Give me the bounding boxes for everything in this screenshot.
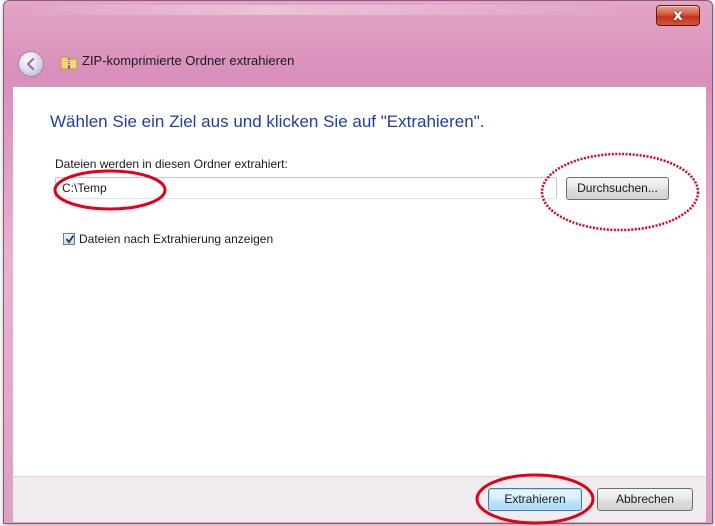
zip-folder-icon bbox=[60, 54, 78, 70]
cancel-button[interactable]: Abbrechen bbox=[597, 488, 693, 511]
destination-label: Dateien werden in diesen Ordner extrahie… bbox=[55, 157, 288, 171]
destination-path-input[interactable] bbox=[55, 177, 557, 199]
show-files-option[interactable]: Dateien nach Extrahierung anzeigen bbox=[63, 232, 273, 246]
close-button[interactable]: x bbox=[656, 5, 700, 26]
extract-button[interactable]: Extrahieren bbox=[488, 488, 582, 511]
dialog-heading: Wählen Sie ein Ziel aus und klicken Sie … bbox=[50, 112, 485, 131]
show-files-checkbox[interactable] bbox=[63, 233, 75, 245]
titlebar-shine bbox=[24, 5, 624, 15]
dialog-content bbox=[13, 86, 706, 477]
browse-button[interactable]: Durchsuchen... bbox=[566, 177, 669, 200]
back-arrow-icon[interactable] bbox=[18, 51, 44, 77]
close-icon[interactable]: x bbox=[657, 5, 699, 25]
show-files-label[interactable]: Dateien nach Extrahierung anzeigen bbox=[79, 232, 273, 246]
window-title: ZIP-komprimierte Ordner extrahieren bbox=[82, 53, 295, 68]
